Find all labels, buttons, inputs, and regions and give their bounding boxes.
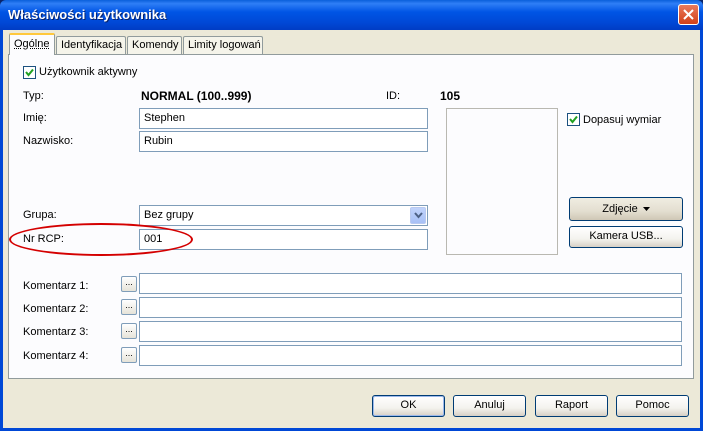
active-user-checkbox[interactable]: [23, 66, 36, 79]
title-bar[interactable]: Właściwości użytkownika: [0, 0, 703, 30]
cancel-button-label: Anuluj: [474, 399, 505, 411]
comment-3-label: Komentarz 3:: [23, 326, 89, 338]
tab-komendy[interactable]: Komendy: [127, 36, 182, 54]
fit-size-label: Dopasuj wymiar: [583, 114, 662, 126]
window-title: Właściwości użytkownika: [8, 7, 167, 22]
tab-label: Limity logowań: [188, 39, 261, 51]
comment-2-field[interactable]: [139, 297, 682, 318]
last-name-field[interactable]: Rubin: [139, 131, 428, 152]
photo-button-label: Zdjęcie: [602, 203, 638, 215]
photo-button[interactable]: Zdjęcie: [569, 197, 683, 221]
active-user-label: Użytkownik aktywny: [39, 66, 138, 78]
type-label: Typ:: [23, 90, 44, 102]
usb-camera-button[interactable]: Kamera USB...: [569, 226, 683, 248]
report-button[interactable]: Raport: [535, 395, 608, 417]
first-name-label: Imię:: [23, 112, 47, 124]
comment-4-field[interactable]: [139, 345, 682, 366]
help-button[interactable]: Pomoc: [616, 395, 689, 417]
caret-down-icon: [642, 207, 650, 212]
dropdown-button[interactable]: [410, 207, 426, 224]
comment-2-label: Komentarz 2:: [23, 303, 89, 315]
comment-4-label: Komentarz 4:: [23, 350, 89, 362]
tab-ogolne[interactable]: Ogólne: [9, 33, 55, 55]
group-select-value: Bez grupy: [144, 209, 194, 221]
close-button[interactable]: [678, 4, 699, 25]
ok-button[interactable]: OK: [372, 395, 445, 417]
comment-2-dots-button[interactable]: ...: [121, 299, 137, 315]
tab-label: Ogólne: [14, 38, 50, 50]
photo-preview: [446, 108, 558, 255]
type-value: NORMAL (100..999): [141, 89, 252, 103]
comment-1-label: Komentarz 1:: [23, 280, 89, 292]
help-button-label: Pomoc: [635, 399, 670, 411]
checkmark-icon: [569, 115, 578, 124]
ok-button-label: OK: [400, 399, 417, 411]
comment-3-field[interactable]: [139, 321, 682, 342]
tab-label: Komendy: [132, 39, 179, 51]
tab-limity-logowan[interactable]: Limity logowań: [183, 36, 263, 54]
checkmark-icon: [25, 68, 34, 77]
dialog-window: Właściwości użytkownika Ogólne Identyfik…: [0, 0, 703, 431]
comment-4-dots-button[interactable]: ...: [121, 347, 137, 363]
comment-1-field[interactable]: [139, 273, 682, 294]
fit-size-checkbox[interactable]: [567, 113, 580, 126]
cancel-button[interactable]: Anuluj: [453, 395, 526, 417]
group-label: Grupa:: [23, 209, 57, 221]
close-icon: [683, 9, 694, 20]
tab-label: Identyfikacja: [61, 39, 123, 51]
usb-camera-button-label: Kamera USB...: [589, 230, 663, 242]
report-button-label: Raport: [554, 399, 589, 411]
id-label: ID:: [386, 90, 401, 102]
last-name-label: Nazwisko:: [23, 135, 74, 147]
first-name-field[interactable]: Stephen: [139, 108, 428, 129]
comment-3-dots-button[interactable]: ...: [121, 323, 137, 339]
comment-1-dots-button[interactable]: ...: [121, 276, 137, 292]
id-value: 105: [440, 89, 461, 103]
tab-identyfikacja[interactable]: Identyfikacja: [56, 36, 126, 54]
red-annotation-ellipse: [9, 223, 193, 256]
chevron-down-icon: [414, 212, 423, 219]
group-select[interactable]: Bez grupy: [139, 205, 428, 226]
